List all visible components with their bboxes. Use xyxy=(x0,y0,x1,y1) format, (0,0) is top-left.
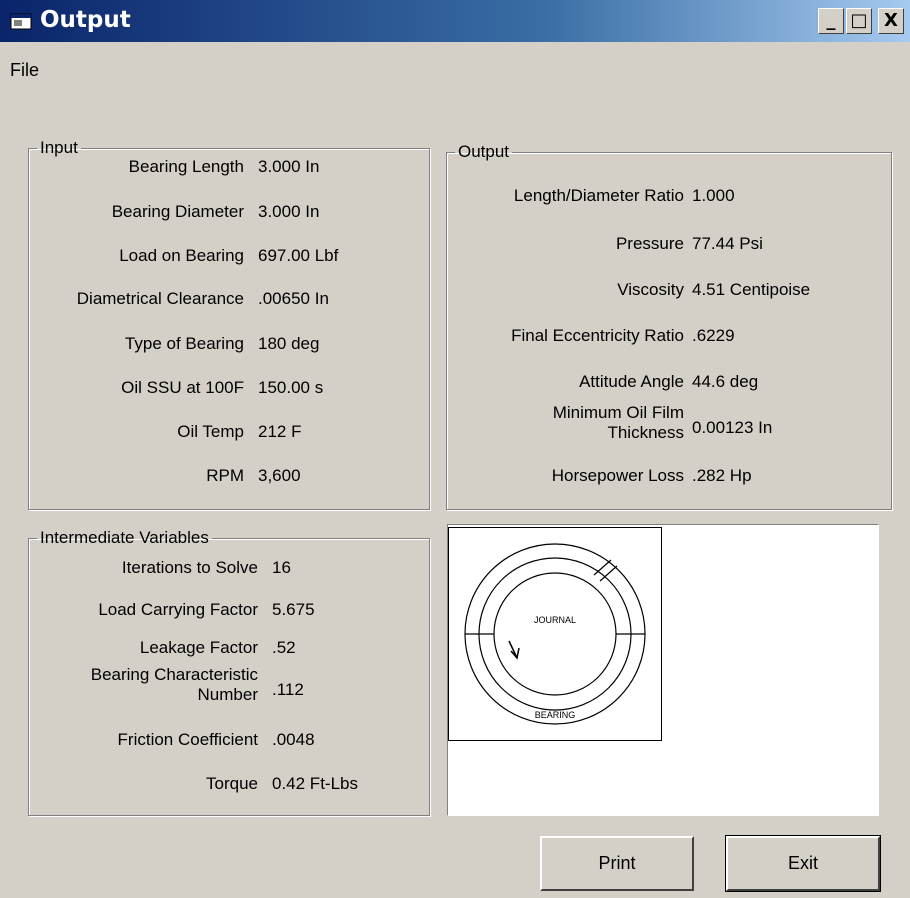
exit-button[interactable]: Exit xyxy=(725,835,881,892)
intermediate-label: Iterations to Solve xyxy=(121,558,258,577)
intermediate-value: .112 xyxy=(272,680,304,699)
menu-file[interactable]: File xyxy=(10,60,39,81)
input-label: Bearing Diameter xyxy=(111,202,244,221)
output-label: Length/Diameter Ratio xyxy=(513,186,684,205)
close-button[interactable]: X xyxy=(878,8,904,34)
intermediate-label: Torque xyxy=(206,774,258,793)
menu-bar: File xyxy=(0,42,910,90)
input-value: 212 F xyxy=(258,422,302,441)
output-legend: Output xyxy=(458,142,510,161)
intermediate-label: Bearing Characteristic Number xyxy=(90,665,258,704)
intermediate-value: .0048 xyxy=(272,730,315,749)
output-label: Horsepower Loss xyxy=(551,466,684,485)
intermediate-label: Load Carrying Factor xyxy=(98,600,258,619)
intermediate-value: 5.675 xyxy=(272,600,315,619)
title-bar[interactable]: Output _ □ X xyxy=(0,0,910,42)
output-label: Final Eccentricity Ratio xyxy=(511,326,684,345)
input-label: Type of Bearing xyxy=(124,334,244,353)
output-value: 1.000 xyxy=(692,186,735,205)
input-value: 3.000 In xyxy=(258,157,320,176)
journal-label: JOURNAL xyxy=(534,615,576,625)
input-label: Oil SSU at 100F xyxy=(121,378,244,397)
window-title: Output xyxy=(40,7,131,33)
intermediate-label: Friction Coefficient xyxy=(117,730,258,749)
output-value: 4.51 Centipoise xyxy=(692,280,811,299)
input-label: Oil Temp xyxy=(177,422,244,441)
maximize-button[interactable]: □ xyxy=(846,8,872,34)
input-label: Diametrical Clearance xyxy=(76,289,244,308)
app-icon xyxy=(10,13,32,30)
output-value: 44.6 deg xyxy=(692,372,759,391)
intermediate-label: Leakage Factor xyxy=(139,638,258,657)
input-value: 180 deg xyxy=(258,334,320,353)
input-value: 3,600 xyxy=(258,466,301,485)
input-label: Load on Bearing xyxy=(119,246,244,265)
output-label: Attitude Angle xyxy=(579,372,684,391)
input-label: RPM xyxy=(206,466,244,485)
input-label: Bearing Length xyxy=(128,157,244,176)
bearing-label: BEARING xyxy=(535,710,576,720)
output-value: 77.44 Psi xyxy=(692,234,763,253)
intermediate-legend: Intermediate Variables xyxy=(40,528,209,547)
output-label: Viscosity xyxy=(617,280,684,299)
print-button[interactable]: Print xyxy=(540,836,694,891)
minimize-button[interactable]: _ xyxy=(818,8,844,34)
input-value: 150.00 s xyxy=(258,378,324,397)
input-legend: Input xyxy=(40,138,78,157)
intermediate-value: 16 xyxy=(272,558,291,577)
output-label: Minimum Oil Film Thickness xyxy=(552,403,684,442)
bearing-diagram: JOURNAL BEARING xyxy=(448,527,662,741)
input-value: 3.000 In xyxy=(258,202,320,221)
output-value: .6229 xyxy=(692,326,735,345)
input-value: .00650 In xyxy=(258,289,329,308)
output-label: Pressure xyxy=(615,234,684,253)
output-value: .282 Hp xyxy=(692,466,752,485)
output-value: 0.00123 In xyxy=(692,418,773,437)
input-value: 697.00 Lbf xyxy=(258,246,339,265)
input-group: Input xyxy=(28,138,430,510)
intermediate-value: .52 xyxy=(272,638,296,657)
intermediate-value: 0.42 Ft-Lbs xyxy=(272,774,358,793)
